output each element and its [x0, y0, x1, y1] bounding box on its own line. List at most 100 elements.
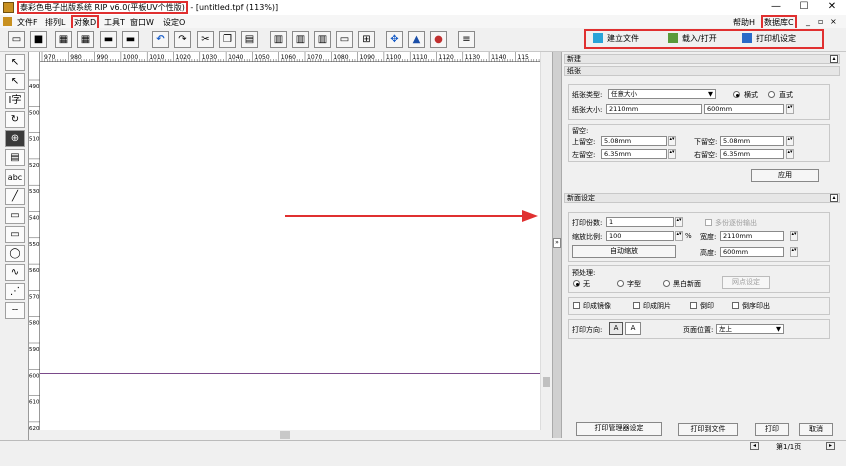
menu-tools[interactable]: 工具T — [104, 17, 125, 28]
zoom-icon[interactable]: ⊕ — [5, 130, 25, 147]
right-margin-spinner[interactable]: ▴▾ — [786, 149, 794, 159]
color-icon[interactable]: ● — [430, 31, 447, 48]
paper-height-spinner[interactable]: ▴▾ — [786, 104, 794, 114]
undo-icon[interactable]: ↶ — [152, 31, 169, 48]
paste-icon[interactable]: ▤ — [241, 31, 258, 48]
select-arrow-icon[interactable]: ↖ — [5, 54, 25, 71]
pre-bw-radio[interactable] — [663, 280, 670, 287]
line-icon[interactable]: ╱ — [5, 188, 25, 205]
vertical-scroll-thumb[interactable] — [543, 377, 550, 387]
menu-settings[interactable]: 设定O — [163, 17, 185, 28]
canvas-area[interactable] — [40, 62, 540, 430]
node-edit-icon[interactable]: ↖ — [5, 73, 25, 90]
rounded-rect-icon[interactable]: ▭ — [5, 226, 25, 243]
right-margin-input[interactable]: 6.35mm — [720, 149, 784, 159]
print-icon[interactable]: ▬ — [100, 31, 117, 48]
print-to-file-button[interactable]: 打印到文件 — [678, 423, 738, 436]
height-input[interactable]: 600mm — [720, 247, 784, 257]
invert-checkbox[interactable] — [690, 302, 697, 309]
collate-checkbox[interactable] — [705, 219, 712, 226]
vertical-scrollbar[interactable] — [540, 52, 552, 430]
scale-spinner[interactable]: ▴▾ — [675, 231, 683, 241]
tab-printer-settings[interactable]: 打印机设定 — [742, 31, 796, 47]
portrait-radio[interactable] — [768, 91, 775, 98]
collapse-icon[interactable]: ▴ — [830, 55, 838, 63]
export-icon[interactable]: ▦ — [77, 31, 94, 48]
align-right-icon[interactable]: ▥ — [292, 31, 309, 48]
copies-input[interactable]: 1 — [606, 217, 674, 227]
width-spinner[interactable]: ▴▾ — [790, 231, 798, 241]
horizontal-scroll-thumb[interactable] — [280, 431, 290, 439]
menu-file[interactable]: 文件F — [17, 17, 38, 28]
align-left-icon[interactable]: ▥ — [270, 31, 287, 48]
mdi-restore-button[interactable]: ▫ — [818, 17, 823, 26]
curve-icon[interactable]: ∿ — [5, 264, 25, 281]
redo-icon[interactable]: ↷ — [174, 31, 191, 48]
prev-page-icon[interactable]: ◂ — [750, 442, 759, 450]
paper-type-select[interactable]: 任意大小 ▼ — [608, 89, 716, 99]
menu-window[interactable]: 窗口W — [130, 17, 154, 28]
text-tool-icon[interactable]: I字 — [5, 92, 25, 109]
top-margin-spinner[interactable]: ▴▾ — [668, 136, 676, 146]
polyline-icon[interactable]: ⋰ — [5, 283, 25, 300]
pre-font-radio[interactable] — [617, 280, 624, 287]
import-icon[interactable]: ▦ — [55, 31, 72, 48]
close-button[interactable]: ✕ — [818, 0, 846, 15]
reverse-order-checkbox[interactable] — [732, 302, 739, 309]
dotted-line-icon[interactable]: ┄ — [5, 302, 25, 319]
panel-splitter[interactable]: » — [552, 52, 562, 438]
print-preview-icon[interactable]: ▬ — [122, 31, 139, 48]
abc-text-icon[interactable]: abc — [5, 169, 25, 186]
paper-width-input[interactable]: 2110mm — [606, 104, 702, 114]
cancel-button[interactable]: 取消 — [799, 423, 833, 436]
negative-checkbox[interactable] — [633, 302, 640, 309]
minimize-button[interactable]: — — [762, 0, 790, 15]
paper-height-input[interactable]: 600mm — [704, 104, 784, 114]
height-spinner[interactable]: ▴▾ — [790, 247, 798, 257]
tab-load-open[interactable]: 载入/打开 — [668, 31, 717, 47]
position-select[interactable]: 左上 ▼ — [716, 324, 784, 334]
copy-icon[interactable]: ❐ — [219, 31, 236, 48]
mirror-checkbox[interactable] — [573, 302, 580, 309]
save-icon[interactable]: ■ — [30, 31, 47, 48]
menu-arrange[interactable]: 排列L — [45, 17, 65, 28]
maximize-button[interactable]: ☐ — [790, 0, 818, 15]
width-input[interactable]: 2110mm — [720, 231, 784, 241]
open-folder-icon[interactable]: ▭ — [8, 31, 25, 48]
left-margin-spinner[interactable]: ▴▾ — [668, 149, 676, 159]
bottom-margin-spinner[interactable]: ▴▾ — [786, 136, 794, 146]
collapse-panel-icon[interactable]: » — [553, 238, 561, 248]
top-margin-input[interactable]: 5.08mm — [601, 136, 667, 146]
image-icon[interactable]: ▲ — [408, 31, 425, 48]
landscape-radio[interactable] — [733, 91, 740, 98]
print-button[interactable]: 打印 — [755, 423, 789, 436]
bottom-margin-input[interactable]: 5.08mm — [720, 136, 784, 146]
group-icon[interactable]: ▭ — [336, 31, 353, 48]
next-page-icon[interactable]: ▸ — [826, 442, 835, 450]
rotate-icon[interactable]: ↻ — [5, 111, 25, 128]
cut-icon[interactable]: ✂ — [197, 31, 214, 48]
menu-help[interactable]: 帮助H — [733, 17, 755, 28]
mdi-close-button[interactable]: × — [830, 17, 837, 26]
copies-spinner[interactable]: ▴▾ — [675, 217, 683, 227]
horizontal-scrollbar[interactable] — [29, 430, 552, 440]
print-manager-button[interactable]: 打印管理器设定 — [576, 422, 662, 436]
orient-portrait-icon[interactable]: A — [609, 322, 623, 335]
halftone-settings-button[interactable]: 网点设定 — [722, 276, 770, 289]
apply-button[interactable]: 应用 — [751, 169, 819, 182]
pre-none-radio[interactable] — [573, 280, 580, 287]
auto-scale-button[interactable]: 自动缩放 — [572, 245, 676, 258]
move-icon[interactable]: ✥ — [386, 31, 403, 48]
left-margin-input[interactable]: 6.35mm — [601, 149, 667, 159]
scale-input[interactable]: 100 — [606, 231, 674, 241]
ellipse-icon[interactable]: ◯ — [5, 245, 25, 262]
page-icon[interactable]: ▤ — [5, 149, 25, 166]
tab-new-file[interactable]: 建立文件 — [593, 31, 639, 47]
distribute-icon[interactable]: ▥ — [314, 31, 331, 48]
rectangle-icon[interactable]: ▭ — [5, 207, 25, 224]
mdi-minimize-button[interactable]: _ — [806, 17, 810, 26]
table-icon[interactable]: ⊞ — [358, 31, 375, 48]
collapse-page-icon[interactable]: ▴ — [830, 194, 838, 202]
orient-landscape-icon[interactable]: A — [625, 322, 641, 335]
layout-icon[interactable]: ≡ — [458, 31, 475, 48]
